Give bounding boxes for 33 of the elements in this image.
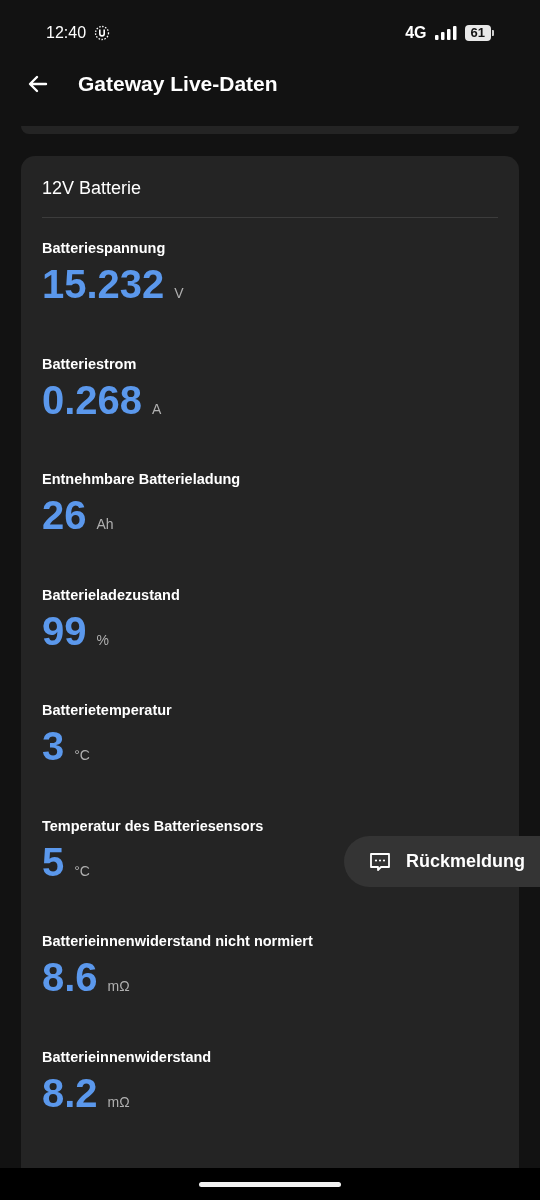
metric-unit: Ah [96,516,114,532]
metric-unit: mΩ [107,978,130,994]
metric-value: 5 [42,838,65,885]
metric-value: 8.2 [42,1069,98,1116]
metric-label: Batterieinnenwiderstand nicht normiert [42,932,314,950]
metric-label: Batterieladezustand [42,585,181,604]
feedback-button[interactable]: Rückmeldung [344,836,540,887]
metric-value: 26 [42,492,87,538]
metric-label: Temperatur des Batteriesensors [42,816,265,835]
clock: 12:40 [46,24,87,42]
card-title: 12V Batterie [42,177,143,200]
metric-value: 15.232 [42,261,165,307]
screen-title: Gateway Live-Daten [78,72,278,96]
metric-label: Batterietemperatur [42,701,173,719]
status-icon [94,25,111,41]
metric-unit: °C [74,747,90,763]
metric-value: 99 [42,607,87,654]
metric-unit: % [96,631,109,648]
metric-label: Entnehmbare Batterieladung [42,470,242,488]
metric-unit: V [174,285,184,301]
metric-value: 8.6 [42,954,98,1000]
metric-unit: A [152,400,162,417]
metric-label: Batterieinnenwiderstand [42,1047,213,1066]
metric-value: 3 [42,723,65,769]
metric-value: 0.268 [42,376,143,423]
network-type: 4G [405,24,427,42]
metric-unit: °C [74,862,90,879]
battery-indicator: 61 [464,25,491,41]
metric-unit: mΩ [107,1093,130,1110]
metric-label: Batteriespannung [42,239,167,257]
signal-icon [434,26,457,40]
metric-label: Batteriestrom [42,354,138,373]
home-indicator[interactable] [199,1181,341,1187]
